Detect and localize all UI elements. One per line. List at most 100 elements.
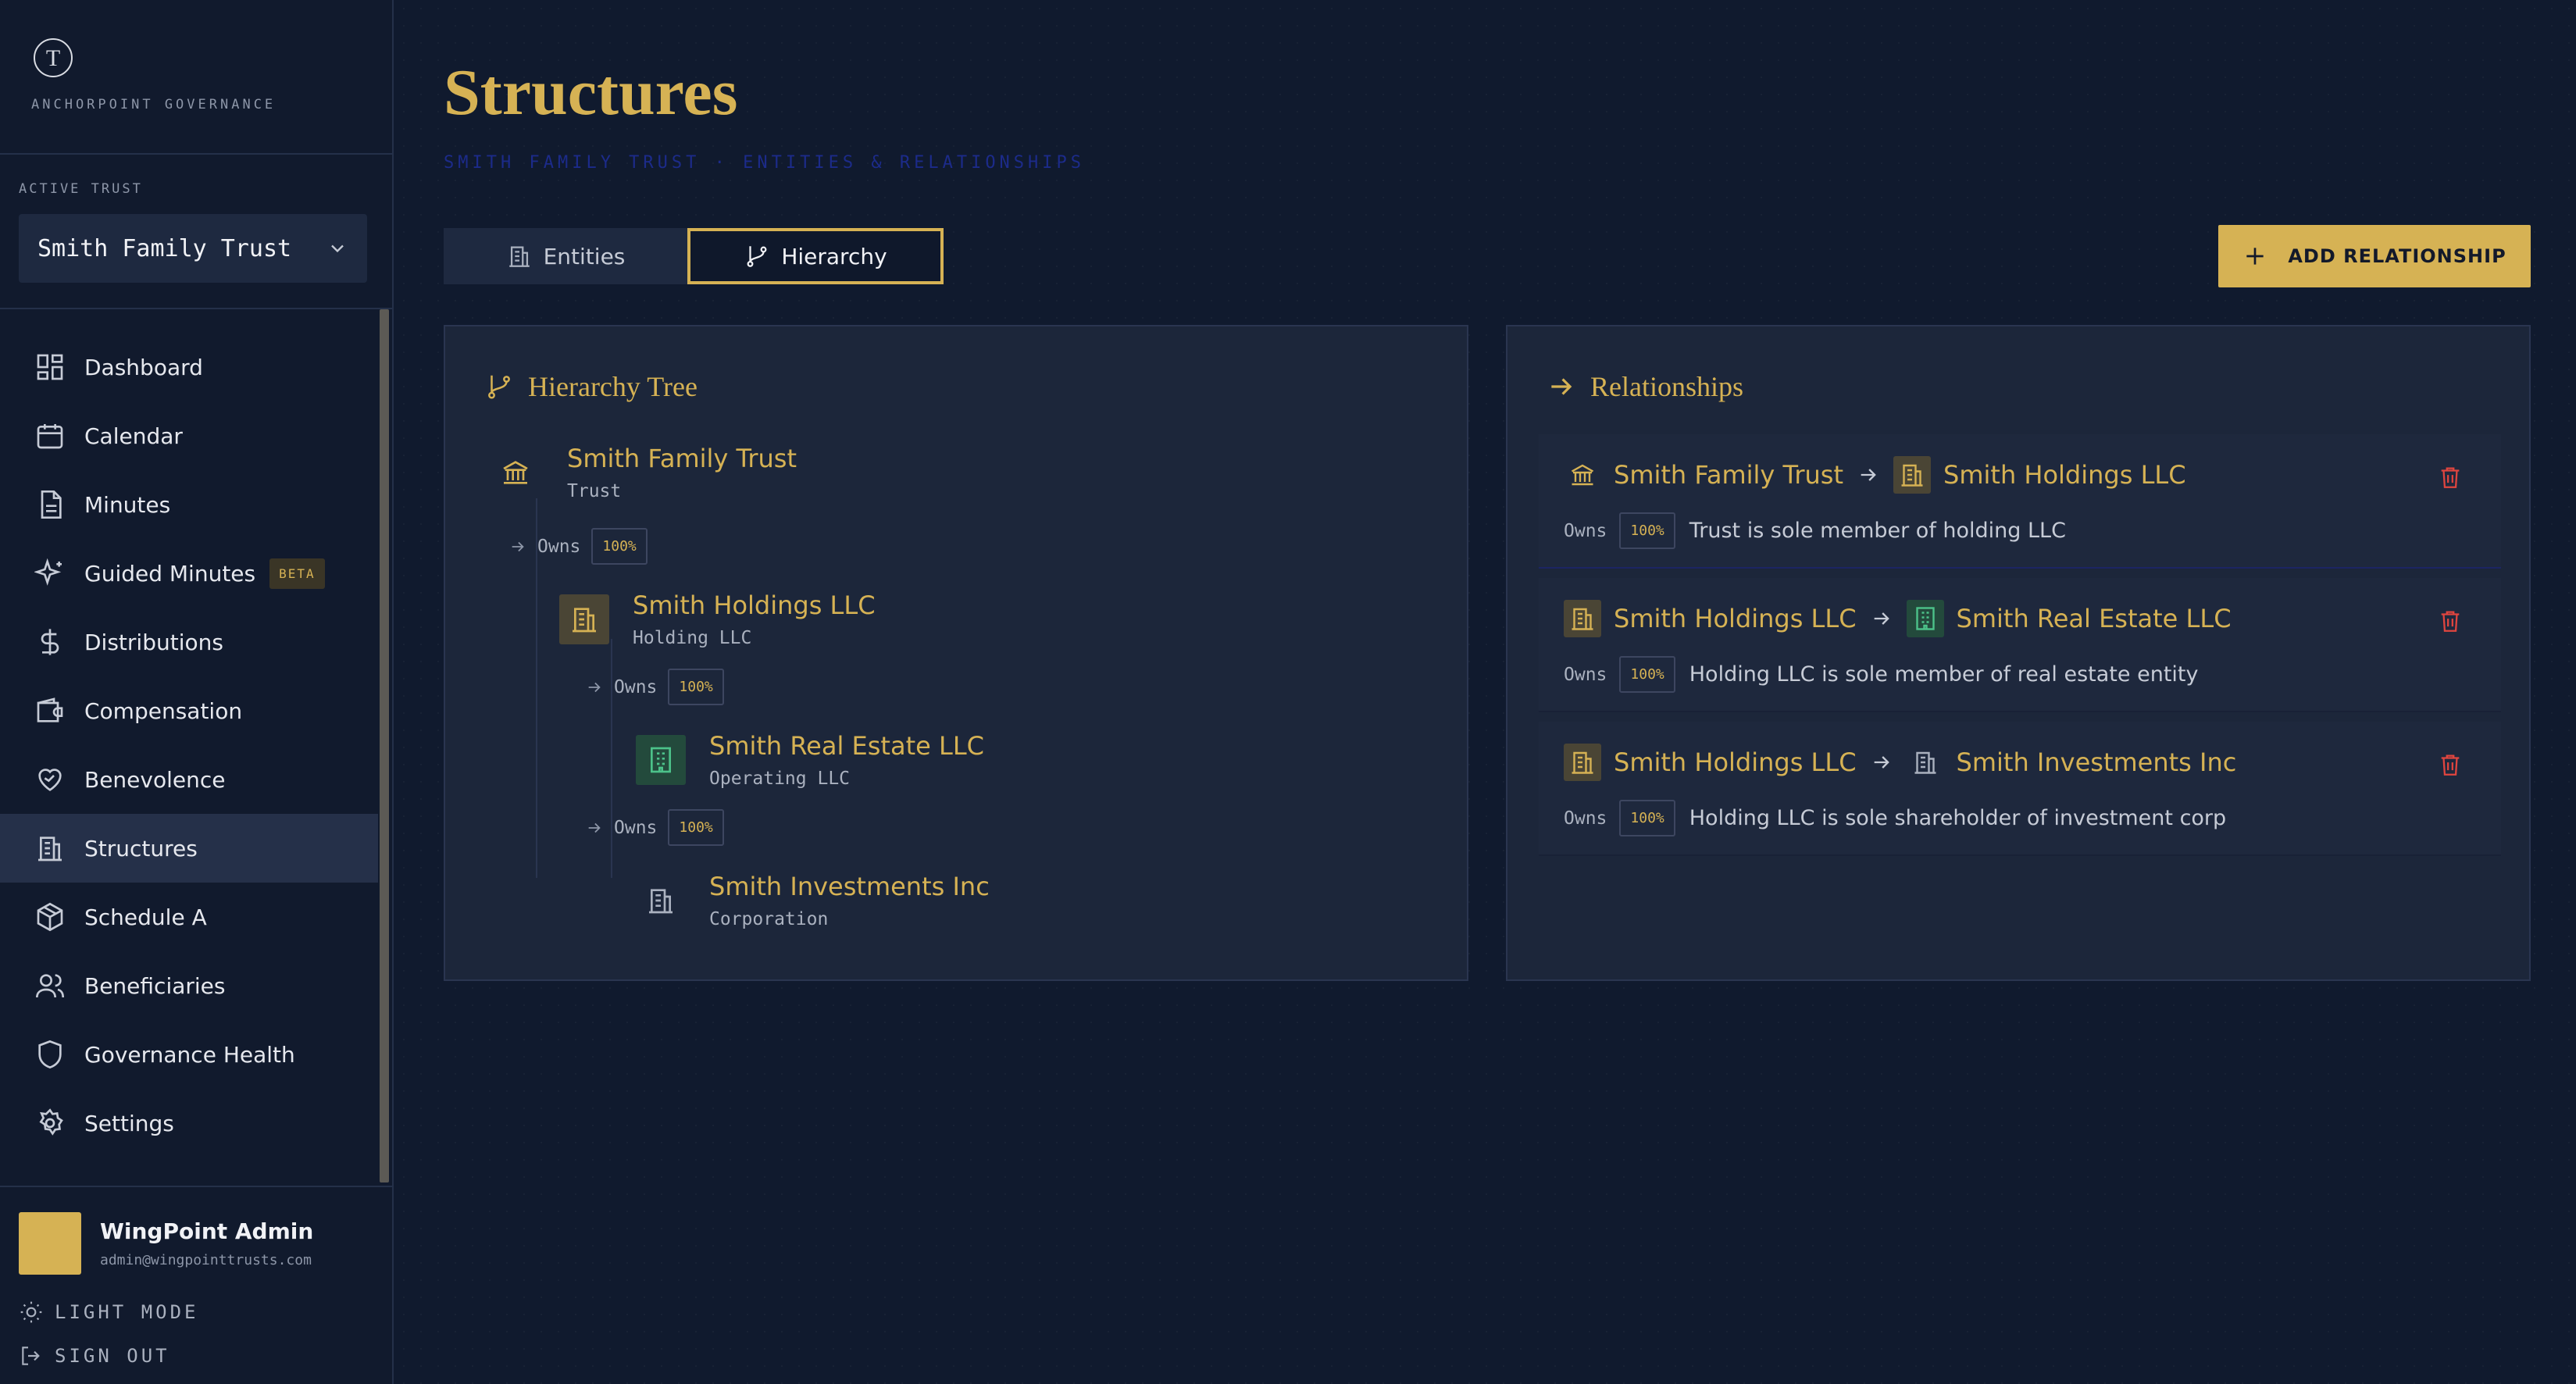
sidebar-item-structures[interactable]: Structures: [0, 814, 378, 883]
sign-out-icon: [22, 1347, 40, 1365]
light-mode-label: LIGHT MODE: [55, 1301, 199, 1323]
building-icon: [1564, 600, 1601, 637]
dollar-icon: [34, 626, 66, 658]
tree-node-name: Smith Holdings LLC: [633, 590, 876, 620]
relationship-from: Smith Holdings LLC: [1614, 604, 1857, 633]
sidebar-item-guided-minutes[interactable]: Guided Minutes BETA: [0, 539, 378, 608]
git-branch-icon: [747, 246, 767, 267]
shield-icon: [34, 1039, 66, 1070]
ownership-edge: Owns 100%: [509, 528, 648, 565]
tree-node-type: Operating LLC: [709, 769, 851, 789]
delete-relationship-button[interactable]: [2437, 751, 2464, 778]
light-mode-toggle[interactable]: LIGHT MODE: [19, 1300, 199, 1325]
avatar: [19, 1212, 81, 1275]
building-icon: [508, 246, 530, 267]
sidebar-item-compensation[interactable]: Compensation: [0, 676, 378, 745]
sidebar-item-label: Settings: [84, 1110, 174, 1136]
tree-node-name: Smith Family Trust: [567, 444, 797, 473]
delete-relationship-button[interactable]: [2437, 608, 2464, 634]
relationship-description: Trust is sole member of holding LLC: [1689, 519, 2066, 543]
add-relationship-button[interactable]: ADD RELATIONSHIP: [2218, 225, 2531, 287]
relationships-title: Relationships: [1590, 371, 1743, 402]
sidebar-scrollbar[interactable]: [380, 309, 389, 1182]
sidebar-item-label: Guided Minutes: [84, 560, 256, 587]
active-trust-select[interactable]: Smith Family Trust: [19, 214, 367, 283]
relationship-from: Smith Holdings LLC: [1614, 747, 1857, 777]
wallet-icon: [34, 695, 66, 726]
sidebar-nav: Dashboard Calendar Minutes Guided Minute…: [0, 333, 378, 1157]
brand: T ANCHORPOINT GOVERNANCE: [31, 36, 276, 112]
sidebar-item-calendar[interactable]: Calendar: [0, 401, 378, 470]
tree-node-name: Smith Investments Inc: [709, 872, 990, 901]
svg-text:T: T: [46, 45, 60, 71]
arrow-right-icon: [512, 541, 524, 551]
sidebar-item-label: Minutes: [84, 491, 171, 518]
sidebar-item-label: Compensation: [84, 697, 243, 724]
relationship-header: Smith Holdings LLC Smith Investments Inc: [1564, 744, 2236, 781]
gear-icon: [34, 1108, 66, 1139]
tree-node[interactable]: Smith Investments Inc Corporation: [636, 872, 990, 929]
sidebar-item-settings[interactable]: Settings: [0, 1089, 378, 1157]
sidebar-item-schedule-a[interactable]: Schedule A: [0, 883, 378, 951]
sidebar-item-label: Calendar: [84, 423, 183, 449]
sidebar-item-label: Governance Health: [84, 1041, 295, 1068]
sidebar-item-benevolence[interactable]: Benevolence: [0, 745, 378, 814]
sidebar-item-minutes[interactable]: Minutes: [0, 470, 378, 539]
relationship-details: Owns 100% Holding LLC is sole shareholde…: [1564, 800, 2226, 836]
brand-logo-icon[interactable]: T: [31, 36, 75, 80]
trash-icon: [2441, 754, 2460, 776]
edge-label: Owns: [537, 536, 581, 557]
user-email: admin@wingpointtrusts.com: [100, 1252, 312, 1268]
sidebar-item-governance-health[interactable]: Governance Health: [0, 1020, 378, 1089]
tree-node-name: Smith Real Estate LLC: [709, 731, 984, 761]
active-trust-value: Smith Family Trust: [37, 234, 292, 262]
relationship-row[interactable]: Smith Family Trust Smith Holdings LLC Ow…: [1539, 434, 2501, 569]
tree-node[interactable]: Smith Family Trust Trust: [491, 444, 797, 501]
sidebar-item-distributions[interactable]: Distributions: [0, 608, 378, 676]
building-icon: [1893, 456, 1932, 494]
relationship-description: Holding LLC is sole shareholder of inves…: [1689, 806, 2227, 830]
building-icon: [34, 833, 66, 864]
relationship-type: Owns: [1564, 808, 1607, 829]
tab-entities[interactable]: Entities: [444, 228, 687, 284]
user-profile[interactable]: WingPoint Admin admin@wingpointtrusts.co…: [19, 1212, 313, 1275]
ownership-percent-badge: 100%: [668, 809, 724, 846]
relationship-row[interactable]: Smith Holdings LLC Smith Real Estate LLC…: [1539, 578, 2501, 712]
edge-label: Owns: [614, 676, 658, 697]
ownership-percent-badge: 100%: [1619, 800, 1675, 836]
building-icon: [559, 594, 609, 644]
ownership-percent-badge: 100%: [668, 669, 724, 705]
tree-node-text: Smith Family Trust Trust: [567, 444, 797, 501]
calendar-icon: [34, 420, 66, 451]
bank-icon: [1564, 456, 1601, 494]
sidebar-item-dashboard[interactable]: Dashboard: [0, 333, 378, 401]
tab-hierarchy-label: Hierarchy: [781, 243, 887, 269]
tree-node-type: Holding LLC: [633, 628, 752, 648]
page-subtitle: SMITH FAMILY TRUST · ENTITIES & RELATION…: [444, 153, 1086, 173]
divider: [0, 1186, 394, 1187]
building-icon: [636, 876, 686, 926]
panel-header: Hierarchy Tree: [484, 370, 698, 403]
heart-hand-icon: [34, 764, 66, 795]
delete-relationship-button[interactable]: [2437, 464, 2464, 490]
tree-node-type: Trust: [567, 481, 622, 501]
tree-node[interactable]: Smith Real Estate LLC Operating LLC: [636, 731, 984, 789]
sign-out-button[interactable]: SIGN OUT: [19, 1343, 170, 1368]
add-relationship-label: ADD RELATIONSHIP: [2288, 245, 2506, 267]
relationship-to: Smith Investments Inc: [1956, 747, 2237, 777]
relationship-type: Owns: [1564, 664, 1607, 685]
brand-name: ANCHORPOINT GOVERNANCE: [31, 97, 277, 112]
tab-entities-label: Entities: [543, 243, 626, 269]
sidebar-item-label: Schedule A: [84, 904, 207, 930]
tab-hierarchy[interactable]: Hierarchy: [687, 228, 944, 284]
page-title: Structures: [444, 56, 738, 129]
relationship-row[interactable]: Smith Holdings LLC Smith Investments Inc…: [1539, 722, 2501, 856]
sidebar-item-beneficiaries[interactable]: Beneficiaries: [0, 951, 378, 1020]
tree-node[interactable]: Smith Holdings LLC Holding LLC: [559, 590, 876, 648]
building-icon: [1907, 744, 1944, 781]
arrow-right-icon: [1871, 751, 1893, 773]
relationship-details: Owns 100% Holding LLC is sole member of …: [1564, 656, 2198, 693]
users-icon: [34, 970, 66, 1001]
relationship-to: Smith Real Estate LLC: [1956, 604, 2232, 633]
tree-node-text: Smith Holdings LLC Holding LLC: [633, 590, 876, 648]
